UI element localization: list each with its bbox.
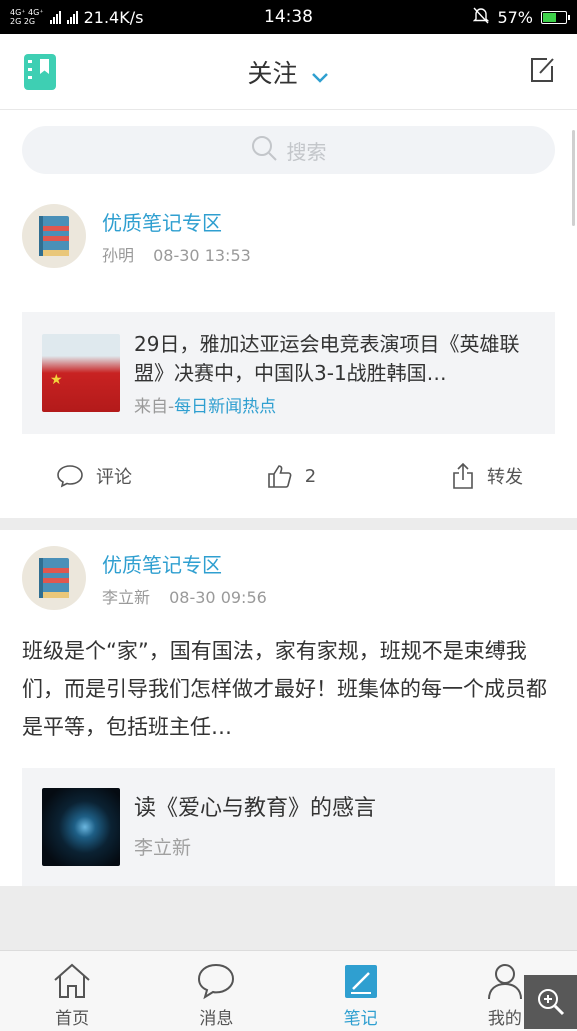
post-time: 08-30 09:56 <box>169 587 267 607</box>
nav-label-home: 首页 <box>55 1009 90 1029</box>
battery-icon <box>541 10 570 24</box>
shared-thumbnail <box>42 334 120 412</box>
avatar[interactable] <box>22 546 86 610</box>
bottom-nav: 首页 消息 笔记 我的 <box>0 950 577 1031</box>
header: 关注 <box>0 34 577 110</box>
post-meta: 李立新 08-30 09:56 <box>102 584 267 608</box>
post-card[interactable]: 优质笔记专区 孙明 08-30 13:53 29日，雅加达亚运会电竞表演项目《英… <box>0 188 577 518</box>
notebook-avatar-icon <box>39 216 69 256</box>
comment-label: 评论 <box>96 467 132 488</box>
shared-title: 29日，雅加达亚运会电竞表演项目《英雄联盟》决赛中，中国队3-1战胜韩国… <box>134 331 520 385</box>
message-icon <box>198 963 235 1000</box>
shared-link-card[interactable]: 29日，雅加达亚运会电竞表演项目《英雄联盟》决赛中，中国队3-1战胜韩国… 来自… <box>22 312 555 434</box>
chevron-down-icon <box>311 61 329 90</box>
notebook-avatar-icon <box>39 558 69 598</box>
post-header: 优质笔记专区 孙明 08-30 13:53 <box>22 196 555 276</box>
nav-item-messages[interactable]: 消息 <box>144 951 288 1031</box>
post-card[interactable]: 优质笔记专区 李立新 08-30 09:56 班级是个“家”，国有国法，家有家规… <box>0 530 577 886</box>
post-body[interactable]: 班级是个“家”，国有国法，家有家规，班规不是束缚我们，而是引导我们怎样做才最好！… <box>22 632 555 746</box>
battery-percent: 57% <box>497 7 533 27</box>
profile-icon <box>487 964 522 1000</box>
shared-source-prefix: 来自- <box>134 396 175 417</box>
zoom-in-button[interactable] <box>524 975 577 1029</box>
search-placeholder: 搜索 <box>286 139 327 164</box>
share-icon <box>453 462 473 489</box>
signal-icon-2 <box>66 10 78 24</box>
zoom-in-icon <box>537 989 564 1016</box>
nav-item-home[interactable]: 首页 <box>0 951 144 1031</box>
thumbs-up-icon <box>267 465 292 488</box>
comment-button[interactable]: 评论 <box>56 463 132 489</box>
post-time: 08-30 13:53 <box>153 245 251 265</box>
search-icon <box>251 135 277 166</box>
comment-icon <box>57 465 83 488</box>
shared-source-link[interactable]: 每日新闻热点 <box>174 397 276 417</box>
post-title[interactable]: 优质笔记专区 <box>102 207 251 236</box>
compose-icon[interactable] <box>529 56 555 88</box>
status-right: 57% <box>473 6 570 28</box>
status-left: 4G⁺ 4G⁺ 2G 2G 21.4K/s <box>10 8 210 27</box>
forward-label: 转发 <box>486 467 523 488</box>
like-button[interactable]: 2 <box>267 463 316 489</box>
signal-icon <box>49 10 61 24</box>
feed[interactable]: 搜索 优质笔记专区 孙明 08-30 13:53 29日，雅加达亚运会电竞表演项… <box>0 110 577 950</box>
network-speed: 21.4K/s <box>83 7 144 27</box>
post-info: 优质笔记专区 李立新 08-30 09:56 <box>102 549 267 608</box>
shared-note-card[interactable]: 读《爱心与教育》的感言 李立新 <box>22 768 555 886</box>
mute-bell-icon <box>473 6 490 28</box>
search-input[interactable]: 搜索 <box>22 126 555 174</box>
like-count: 2 <box>304 465 317 487</box>
post-actions: 评论 2 转发 <box>22 434 555 518</box>
shared-source: 李立新 <box>134 837 192 859</box>
network-type: 4G⁺ 4G⁺ 2G 2G <box>10 8 44 26</box>
shared-source: 来自-每日新闻热点 <box>134 392 535 417</box>
shared-thumbnail <box>42 788 120 866</box>
search-area: 搜索 <box>0 110 577 188</box>
page-title: 关注 <box>247 59 298 88</box>
battery-fill <box>543 12 556 22</box>
shared-title: 读《爱心与教育》的感言 <box>134 796 377 821</box>
network-bottom: 2G 2G <box>10 17 36 26</box>
home-icon <box>54 963 90 998</box>
nav-label-notes: 笔记 <box>343 1009 378 1029</box>
post-info: 优质笔记专区 孙明 08-30 13:53 <box>102 207 251 266</box>
network-top: 4G⁺ 4G⁺ <box>10 8 44 17</box>
post-header: 优质笔记专区 李立新 08-30 09:56 <box>22 538 555 618</box>
nav-label-profile: 我的 <box>487 1009 522 1029</box>
nav-label-messages: 消息 <box>199 1009 234 1029</box>
post-meta: 孙明 08-30 13:53 <box>102 242 251 266</box>
page-title-dropdown[interactable]: 关注 <box>0 54 577 90</box>
post-author[interactable]: 孙明 <box>102 246 134 265</box>
post-title[interactable]: 优质笔记专区 <box>102 549 267 578</box>
shared-text: 29日，雅加达亚运会电竞表演项目《英雄联盟》决赛中，中国队3-1战胜韩国… 来自… <box>134 330 535 417</box>
note-icon <box>344 965 377 998</box>
shared-text: 读《爱心与教育》的感言 李立新 <box>134 794 535 860</box>
avatar[interactable] <box>22 204 86 268</box>
status-bar: 4G⁺ 4G⁺ 2G 2G 21.4K/s 14:38 57% <box>0 0 577 34</box>
post-author[interactable]: 李立新 <box>102 588 150 607</box>
forward-button[interactable]: 转发 <box>451 462 523 490</box>
nav-item-notes[interactable]: 笔记 <box>289 951 433 1031</box>
scrollbar[interactable] <box>572 130 575 226</box>
